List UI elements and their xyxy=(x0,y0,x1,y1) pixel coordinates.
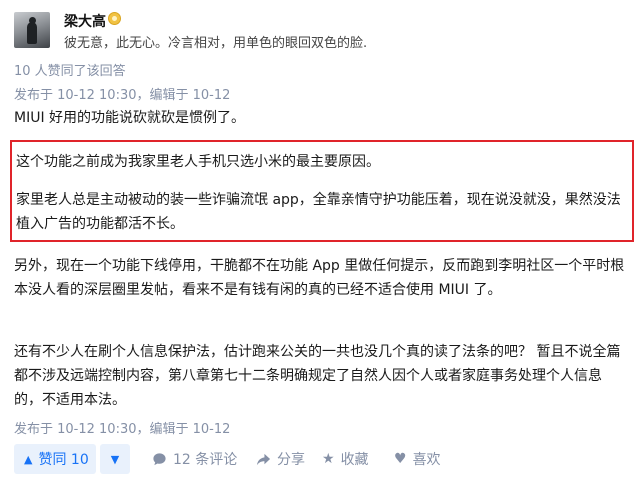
favorite-button[interactable]: ★ 收藏 xyxy=(322,444,369,474)
paragraph-5-line-2: 都不涉及远端控制内容，第八章第七十二条明确规定了自然人因个人或者家庭事务处理个人… xyxy=(14,368,602,384)
triangle-up-icon: ▲ xyxy=(24,452,33,466)
comments-label: 12 条评论 xyxy=(173,452,238,468)
paragraph-5-line-3: 的，不适用本法。 xyxy=(14,392,126,408)
comments-button[interactable]: 12 条评论 xyxy=(152,444,237,474)
heart-icon: ♥ xyxy=(394,451,407,467)
publish-meta-top[interactable]: 发布于 10-12 10:30，编辑于 10-12 xyxy=(14,84,230,103)
paragraph-1: MIUI 好用的功能说砍就砍是惯例了。 xyxy=(14,110,246,126)
star-icon: ★ xyxy=(322,451,335,467)
share-button[interactable]: 分享 xyxy=(256,444,305,474)
paragraph-4-line-2: 本没人看的深层圈里发帖，看来不是有钱有闲的真的已经不适合使用 MIUI 了。 xyxy=(14,282,502,298)
badge-icon xyxy=(108,12,121,25)
upvote-summary: 10 人赞同了该回答 xyxy=(14,64,126,79)
upvote-label: 赞同 10 xyxy=(38,452,89,468)
paragraph-5-line-1: 还有不少人在刷个人信息保护法，估计跑来公关的一共也没几个真的读了法条的吧？ 暂且… xyxy=(14,344,621,360)
triangle-down-icon: ▼ xyxy=(110,452,120,466)
paragraph-3-line-1: 家里老人总是主动被动的装一些诈骗流氓 app，全靠亲情守护功能压着，现在说没就没… xyxy=(16,192,621,208)
comment-bubble-icon xyxy=(153,452,166,465)
favorite-label: 收藏 xyxy=(340,452,369,468)
avatar[interactable] xyxy=(14,12,50,48)
paragraph-3-line-2: 植入广告的功能都活不长。 xyxy=(16,216,184,232)
downvote-button[interactable]: ▼ xyxy=(100,444,130,474)
share-label: 分享 xyxy=(277,452,305,468)
author-name[interactable]: 梁大高 xyxy=(64,11,106,31)
like-label: 喜欢 xyxy=(412,452,441,468)
avatar-figure-body xyxy=(27,22,37,44)
share-arrow-icon xyxy=(256,453,271,465)
like-button[interactable]: ♥ 喜欢 xyxy=(394,444,441,474)
author-bio: 彼无意，此无心。冷言相对，用单色的眼回双色的脸. xyxy=(64,36,368,51)
upvote-button[interactable]: ▲ 赞同 10 xyxy=(14,444,96,474)
publish-meta-bottom[interactable]: 发布于 10-12 10:30，编辑于 10-12 xyxy=(14,418,230,437)
paragraph-2: 这个功能之前成为我家里老人手机只选小米的最主要原因。 xyxy=(16,154,380,170)
action-bar: ▲ 赞同 10 ▼ 12 条评论 分享 ★ 收藏 ♥ 喜欢 xyxy=(0,444,640,476)
paragraph-4-line-1: 另外，现在一个功能下线停用，干脆都不在功能 App 里做任何提示，反而跑到李明社… xyxy=(14,258,625,274)
